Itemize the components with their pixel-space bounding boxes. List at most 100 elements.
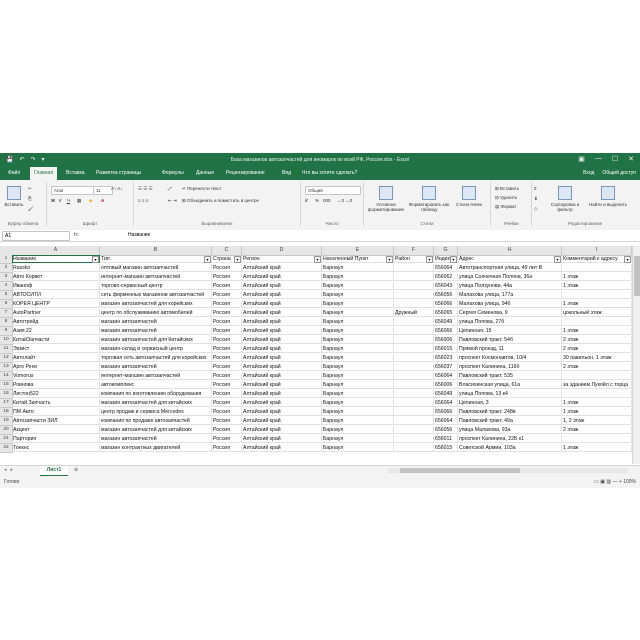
- table-cell[interactable]: Россия: [212, 408, 242, 416]
- table-cell[interactable]: [394, 435, 434, 443]
- table-cell[interactable]: [394, 327, 434, 335]
- table-cell[interactable]: ПМ Авто: [12, 408, 100, 416]
- table-cell[interactable]: Иваноф: [12, 282, 100, 290]
- indent-icon[interactable]: ⇤ ⇥: [168, 198, 177, 204]
- table-cell[interactable]: магазин автозапчастей: [100, 327, 212, 335]
- table-cell[interactable]: [394, 444, 434, 452]
- table-cell[interactable]: Целинная, 3: [458, 399, 562, 407]
- table-cell[interactable]: КитайЗапчасти: [12, 336, 100, 344]
- fill-icon[interactable]: ⬇: [534, 196, 538, 202]
- table-cell[interactable]: Алтайский край: [242, 264, 322, 272]
- table-cell[interactable]: Россия: [212, 363, 242, 371]
- cell-styles-button[interactable]: Стили ячеек: [452, 186, 486, 207]
- table-cell[interactable]: 656006: [434, 381, 458, 389]
- table-cell[interactable]: Советской Армии, 103а: [458, 444, 562, 452]
- table-cell[interactable]: 656011: [434, 435, 458, 443]
- table-cell[interactable]: [394, 300, 434, 308]
- table-cell[interactable]: оптовый магазин автозапчастей: [100, 264, 212, 272]
- table-cell[interactable]: 2 этаж: [562, 336, 632, 344]
- table-cell[interactable]: 1, 2 этаж: [562, 417, 632, 425]
- table-cell[interactable]: Автотрейд: [12, 318, 100, 326]
- table-cell[interactable]: [394, 291, 434, 299]
- tab-formulas[interactable]: Формулы: [158, 167, 188, 180]
- table-cell[interactable]: Барнаул: [322, 300, 394, 308]
- table-cell[interactable]: Азия 22: [12, 327, 100, 335]
- table-cell[interactable]: Россия: [212, 444, 242, 452]
- merge-center-button[interactable]: ⊞ Объединить и поместить в центре: [182, 198, 259, 204]
- font-color-icon[interactable]: A: [101, 198, 104, 203]
- table-cell[interactable]: Малахова улица, 94б: [458, 300, 562, 308]
- table-cell[interactable]: Алтайский край: [242, 327, 322, 335]
- table-cell[interactable]: [562, 291, 632, 299]
- table-cell[interactable]: Павловский тракт, 248в: [458, 408, 562, 416]
- horizontal-scrollbar[interactable]: [388, 468, 628, 473]
- name-box[interactable]: A1: [2, 231, 70, 241]
- table-cell[interactable]: Арго Рено: [12, 363, 100, 371]
- zoom-controls[interactable]: ▭ ▣ ▥ — + 100%: [594, 479, 636, 485]
- table-cell[interactable]: Россия: [212, 426, 242, 434]
- autosum-button[interactable]: Σ: [534, 186, 537, 191]
- table-cell[interactable]: Барнаул: [322, 426, 394, 434]
- table-cell[interactable]: Алтайский край: [242, 345, 322, 353]
- header-cell[interactable]: Комментарий к адресу: [562, 255, 632, 263]
- table-cell[interactable]: 1 этаж: [562, 408, 632, 416]
- table-cell[interactable]: [394, 345, 434, 353]
- tab-page-layout[interactable]: Разметка страницы: [92, 167, 145, 180]
- tab-insert[interactable]: Вставка: [62, 167, 89, 180]
- table-cell[interactable]: Rassko: [12, 264, 100, 272]
- table-cell[interactable]: Россия: [212, 309, 242, 317]
- table-cell[interactable]: Алтайский край: [242, 363, 322, 371]
- table-cell[interactable]: 656065: [434, 309, 458, 317]
- formula-input[interactable]: Название: [128, 231, 150, 240]
- table-cell[interactable]: Малахова улица, 177а: [458, 291, 562, 299]
- table-cell[interactable]: компания по продаже автозапчастей: [100, 417, 212, 425]
- table-cell[interactable]: Россия: [212, 399, 242, 407]
- table-cell[interactable]: цокольный этаж: [562, 309, 632, 317]
- table-cell[interactable]: магазин автозапчастей для китайских: [100, 399, 212, 407]
- table-cell[interactable]: 656043: [434, 282, 458, 290]
- sort-filter-button[interactable]: Сортировка и фильтр: [546, 186, 584, 212]
- wrap-text-button[interactable]: ↵ Перенести текст: [182, 186, 222, 192]
- add-sheet-icon[interactable]: ⊕: [74, 466, 78, 475]
- table-cell[interactable]: [562, 318, 632, 326]
- table-cell[interactable]: Сергея Семенова, 9: [458, 309, 562, 317]
- table-cell[interactable]: Алтайский край: [242, 444, 322, 452]
- table-cell[interactable]: интернет-магазин автозапчастей: [100, 372, 212, 380]
- table-cell[interactable]: Россия: [212, 318, 242, 326]
- table-cell[interactable]: Барнаул: [322, 390, 394, 398]
- table-cell[interactable]: 1 этаж: [562, 273, 632, 281]
- table-cell[interactable]: торговая сеть автозапчастей для корейски…: [100, 354, 212, 362]
- table-cell[interactable]: Барнаул: [322, 417, 394, 425]
- table-cell[interactable]: магазин автозапчастей для Китайских: [100, 336, 212, 344]
- table-cell[interactable]: 656064: [434, 264, 458, 272]
- table-cell[interactable]: [562, 390, 632, 398]
- currency-icon[interactable]: ₽: [305, 198, 308, 204]
- paste-button[interactable]: Вставить: [4, 186, 24, 207]
- table-cell[interactable]: Алтайский край: [242, 399, 322, 407]
- table-cell[interactable]: Барнаул: [322, 372, 394, 380]
- table-cell[interactable]: 656015: [434, 444, 458, 452]
- insert-cells-button[interactable]: ⊞ Вставить: [495, 186, 519, 192]
- borders-icon[interactable]: ▦: [77, 198, 81, 204]
- table-cell[interactable]: АВТОСИТИ: [12, 291, 100, 299]
- table-cell[interactable]: Россия: [212, 381, 242, 389]
- table-cell[interactable]: 656056: [434, 291, 458, 299]
- grow-font-icon[interactable]: A↑ A↓: [111, 186, 123, 191]
- table-cell[interactable]: Барнаул: [322, 399, 394, 407]
- table-cell[interactable]: магазин автозапчастей: [100, 435, 212, 443]
- table-cell[interactable]: 2 этаж: [562, 426, 632, 434]
- table-cell[interactable]: Барнаул: [322, 345, 394, 353]
- table-cell[interactable]: Россия: [212, 390, 242, 398]
- table-cell[interactable]: Алтайский край: [242, 318, 322, 326]
- fill-color-icon[interactable]: ◈: [89, 198, 92, 204]
- table-cell[interactable]: улица Солнечная Поляна, 36а: [458, 273, 562, 281]
- tab-review[interactable]: Рецензирование: [222, 167, 269, 180]
- table-cell[interactable]: интернет-магазин автозапчастей: [100, 273, 212, 281]
- table-cell[interactable]: автокомплекс: [100, 381, 212, 389]
- table-cell[interactable]: Россия: [212, 417, 242, 425]
- table-cell[interactable]: 656037: [434, 363, 458, 371]
- table-cell[interactable]: за зданием Лукойл с торца: [562, 381, 632, 389]
- table-cell[interactable]: Целинная, 15: [458, 327, 562, 335]
- vertical-scrollbar[interactable]: [632, 246, 640, 464]
- table-cell[interactable]: Алтайский край: [242, 354, 322, 362]
